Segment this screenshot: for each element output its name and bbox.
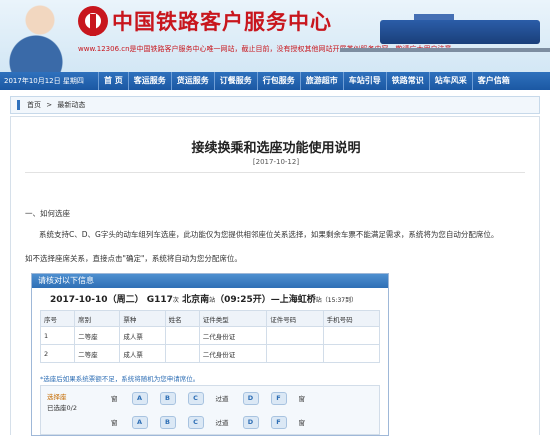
table-cell: 二等座 [74,344,121,363]
nav-item-knowledge[interactable]: 铁路常识 [385,72,429,90]
route-train-suffix: 次 [172,297,179,304]
window-label: 窗 [111,395,118,403]
route-duration: （15:37到） [321,297,358,304]
seat-f-button[interactable]: F [270,415,287,429]
table-cell: 2 [39,344,76,363]
table-cell: 二等座 [74,326,121,345]
article-date: [2017-10-12] [252,158,300,166]
table-cell [164,326,200,345]
paragraph-1: 系统支持C、D、G字头的动车组列车选座，此功能仅为您提供相邻座位关系选择，如果剩… [39,230,499,239]
seat-row: 窗 A B C 过道 D F 窗 [111,391,319,405]
window-label: 窗 [111,419,118,427]
article-title: 接续换乘和选座功能使用说明 [191,141,361,156]
table-cell [322,326,381,345]
window-label: 窗 [298,395,306,403]
seat-a-button[interactable]: A [131,415,148,429]
nav-item-mailbox[interactable]: 客户信箱 [471,72,515,90]
table-cell [322,344,381,363]
nav-date: 2017年10月12日 星期四 [4,77,84,85]
seat-tip: *选座后如果系统票额不足，系统将随机为您申请席位。 [40,375,200,383]
seat-b-button[interactable]: B [159,391,176,405]
route-depart: （09:25开） [215,295,271,305]
table-cell: 二代身份证 [198,344,268,363]
train-image [380,14,540,44]
aisle-label: 过道 [215,395,229,403]
service-agent-image [0,0,72,72]
divider [25,172,525,173]
seat-c-button[interactable]: C [187,391,204,405]
col-header: 证件类型 [198,310,268,327]
section-heading: 一、如何选座 [25,209,70,218]
breadcrumb-home[interactable]: 首页 [27,101,41,109]
seat-selected-count: 已选座0/2 [47,404,77,412]
window-label: 窗 [298,419,306,427]
track-decoration [340,48,550,52]
nav-item-style[interactable]: 站车风采 [428,72,472,90]
table-cell: 成人票 [119,326,166,345]
seat-select-label: 选择座 [47,393,67,401]
main-nav: 2017年10月12日 星期四 首 页 客运服务 货运服务 订餐服务 行包服务 … [0,72,550,90]
railway-logo-icon[interactable] [78,6,108,36]
embedded-order-screenshot: 请核对以下信息 2017-10-10（周二） G117次 北京南站（09:25开… [31,273,389,436]
table-cell [266,344,324,363]
col-header: 票种 [119,310,166,327]
table-cell: 成人票 [119,344,166,363]
article-panel: 接续换乘和选座功能使用说明 [2017-10-12] 一、如何选座 系统支持C、… [10,116,540,436]
table-header-row: 序号 席别 票种 姓名 证件类型 证件号码 手机号码 [39,310,381,327]
seat-c-button[interactable]: C [187,415,204,429]
seat-row: 窗 A B C 过道 D F 窗 [111,415,319,429]
route-from: 北京南 [182,295,210,305]
nav-item-freight[interactable]: 货运服务 [170,72,214,90]
passenger-table: 序号 席别 票种 姓名 证件类型 证件号码 手机号码 1 二等座 成人票 二代身… [39,310,381,363]
seat-selection-panel: 选择座 已选座0/2 窗 A B C 过道 D F 窗 窗 A B C 过道 D… [40,385,380,435]
col-header: 序号 [39,310,76,327]
breadcrumb-separator: > [46,101,53,109]
col-header: 手机号码 [322,310,381,327]
aisle-label: 过道 [215,419,229,427]
seat-d-button[interactable]: D [242,391,259,405]
table-row: 2 二等座 成人票 二代身份证 [39,344,381,363]
seat-f-button[interactable]: F [270,391,287,405]
site-header: 中国铁路客户服务中心 www.12306.cn是中国铁路客户服务中心唯一网站，截… [0,0,550,72]
nav-item-home[interactable]: 首 页 [98,72,128,90]
breadcrumb: 首页 > 最新动态 [10,96,540,114]
table-cell [164,344,200,363]
nav-item-travel[interactable]: 旅游超市 [299,72,343,90]
col-header: 证件号码 [266,310,324,327]
nav-item-luggage[interactable]: 行包服务 [256,72,300,90]
table-cell [266,326,324,345]
table-cell: 1 [39,326,76,345]
route-date: 2017-10-10（周二） [50,295,144,305]
nav-item-meal[interactable]: 订餐服务 [213,72,257,90]
breadcrumb-marker [17,100,20,110]
col-header: 姓名 [164,310,200,327]
table-row: 1 二等座 成人票 二代身份证 [39,326,381,345]
seat-b-button[interactable]: B [159,415,176,429]
breadcrumb-current[interactable]: 最新动态 [57,101,85,109]
nav-item-passenger[interactable]: 客运服务 [127,72,171,90]
route-to: 上海虹桥 [279,295,316,305]
order-check-header: 请核对以下信息 [32,274,388,288]
train-route: 2017-10-10（周二） G117次 北京南站（09:25开）—上海虹桥站（… [50,292,357,305]
route-train: G117 [146,295,173,305]
col-header: 席别 [74,310,121,327]
nav-item-station[interactable]: 车站引导 [342,72,386,90]
site-title: 中国铁路客户服务中心 [112,9,332,34]
table-cell: 二代身份证 [198,326,268,345]
paragraph-2: 如不选择座席关系，直接点击"确定"，系统将自动为您分配席位。 [25,254,242,263]
route-arrow: — [270,295,280,305]
seat-d-button[interactable]: D [242,415,259,429]
seat-a-button[interactable]: A [131,391,148,405]
